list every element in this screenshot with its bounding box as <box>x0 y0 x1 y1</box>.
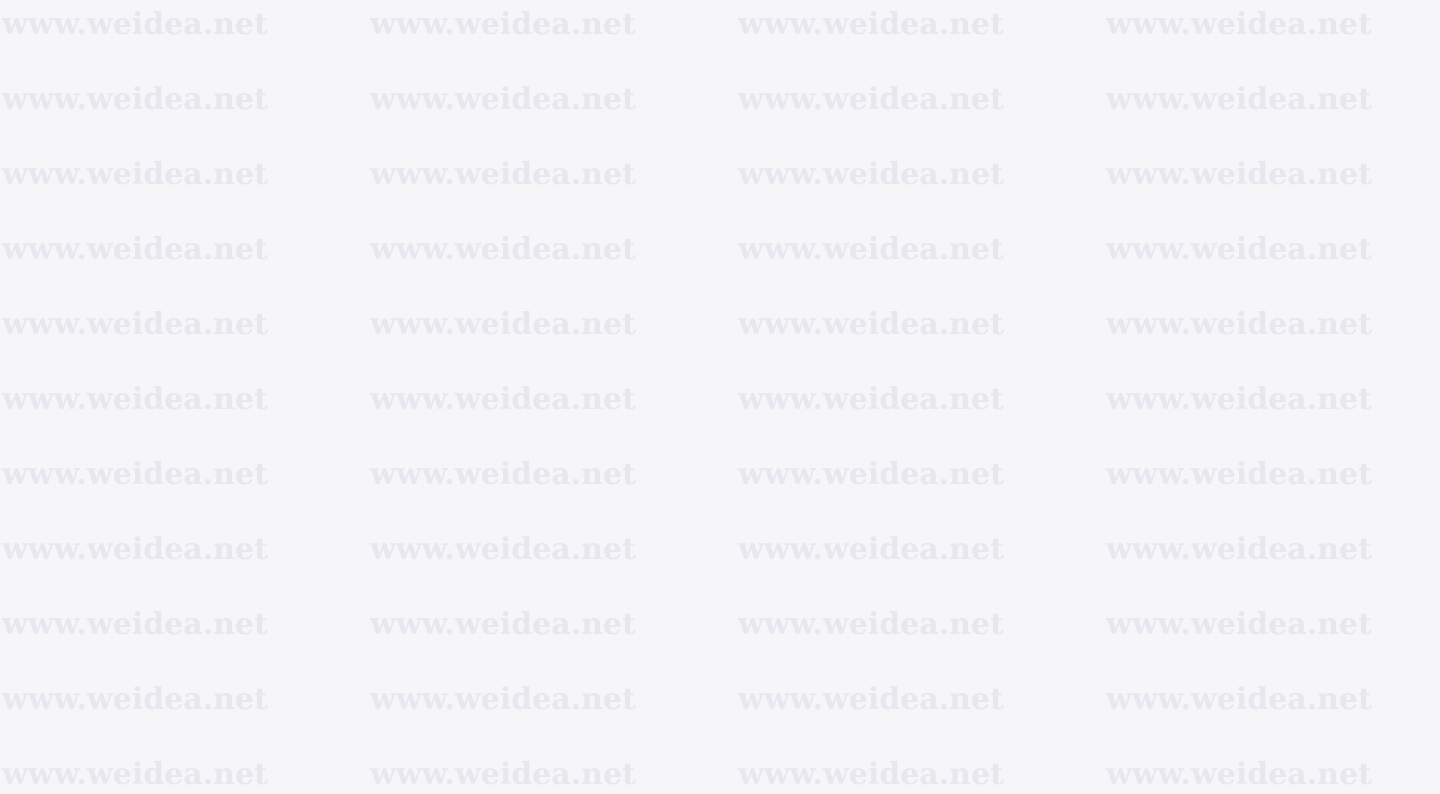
watermark-layer: www.weidea.net www.weidea.net www.weidea.n… <box>0 0 1440 794</box>
watermark-text: www.weidea.net <box>1106 532 1372 567</box>
watermark-text: www.weidea.net <box>1106 457 1372 492</box>
watermark-text: www.weidea.net <box>2 307 268 342</box>
watermark-row: www.weidea.net www.weidea.net www.weidea.n… <box>0 750 1440 794</box>
watermark-text: www.weidea.net <box>2 682 268 717</box>
watermark-text: www.weidea.net <box>370 307 636 342</box>
watermark-text: www.weidea.net <box>1106 607 1372 642</box>
watermark-row: www.weidea.net www.weidea.net www.weidea.n… <box>0 450 1440 525</box>
watermark-text: www.weidea.net <box>1106 82 1372 117</box>
watermark-row: www.weidea.net www.weidea.net www.weidea.n… <box>0 225 1440 300</box>
watermark-text: www.weidea.net <box>1106 232 1372 267</box>
watermark-text: www.weidea.net <box>738 82 1004 117</box>
watermark-text: www.weidea.net <box>2 757 268 792</box>
watermark-row: www.weidea.net www.weidea.net www.weidea.n… <box>0 525 1440 600</box>
watermark-text: www.weidea.net <box>2 232 268 267</box>
watermark-row: www.weidea.net www.weidea.net www.weidea.n… <box>0 150 1440 225</box>
watermark-text: www.weidea.net <box>738 307 1004 342</box>
watermark-text: www.weidea.net <box>2 532 268 567</box>
watermark-text: www.weidea.net <box>738 232 1004 267</box>
watermark-text: www.weidea.net <box>738 532 1004 567</box>
watermark-row: www.weidea.net www.weidea.net www.weidea.n… <box>0 300 1440 375</box>
watermark-text: www.weidea.net <box>370 757 636 792</box>
watermark-text: www.weidea.net <box>1106 682 1372 717</box>
watermark-text: www.weidea.net <box>370 382 636 417</box>
watermark-text: www.weidea.net <box>370 82 636 117</box>
watermark-text: www.weidea.net <box>1106 757 1372 792</box>
watermark-text: www.weidea.net <box>370 232 636 267</box>
watermark-text: www.weidea.net <box>370 157 636 192</box>
watermark-text: www.weidea.net <box>2 82 268 117</box>
watermark-text: www.weidea.net <box>2 457 268 492</box>
watermark-text: www.weidea.net <box>1106 382 1372 417</box>
watermark-row: www.weidea.net www.weidea.net www.weidea.n… <box>0 75 1440 150</box>
watermark-text: www.weidea.net <box>738 7 1004 42</box>
watermark-text: www.weidea.net <box>2 157 268 192</box>
watermark-text: www.weidea.net <box>738 607 1004 642</box>
watermark-text: www.weidea.net <box>738 682 1004 717</box>
watermark-text: www.weidea.net <box>738 382 1004 417</box>
watermark-text: www.weidea.net <box>1106 307 1372 342</box>
watermark-text: www.weidea.net <box>738 757 1004 792</box>
watermark-text: www.weidea.net <box>2 607 268 642</box>
watermark-text: www.weidea.net <box>738 457 1004 492</box>
watermark-text: www.weidea.net <box>738 157 1004 192</box>
watermark-text: www.weidea.net <box>2 382 268 417</box>
watermark-row: www.weidea.net www.weidea.net www.weidea.n… <box>0 0 1440 75</box>
watermark-row: www.weidea.net www.weidea.net www.weidea.n… <box>0 600 1440 675</box>
watermark-text: www.weidea.net <box>2 7 268 42</box>
watermark-text: www.weidea.net <box>370 607 636 642</box>
watermark-text: www.weidea.net <box>370 7 636 42</box>
watermark-text: www.weidea.net <box>370 682 636 717</box>
watermark-row: www.weidea.net www.weidea.net www.weidea.n… <box>0 675 1440 750</box>
watermark-text: www.weidea.net <box>1106 7 1372 42</box>
watermark-text: www.weidea.net <box>370 532 636 567</box>
watermark-text: www.weidea.net <box>1106 157 1372 192</box>
watermark-text: www.weidea.net <box>370 457 636 492</box>
watermark-row: www.weidea.net www.weidea.net www.weidea.n… <box>0 375 1440 450</box>
